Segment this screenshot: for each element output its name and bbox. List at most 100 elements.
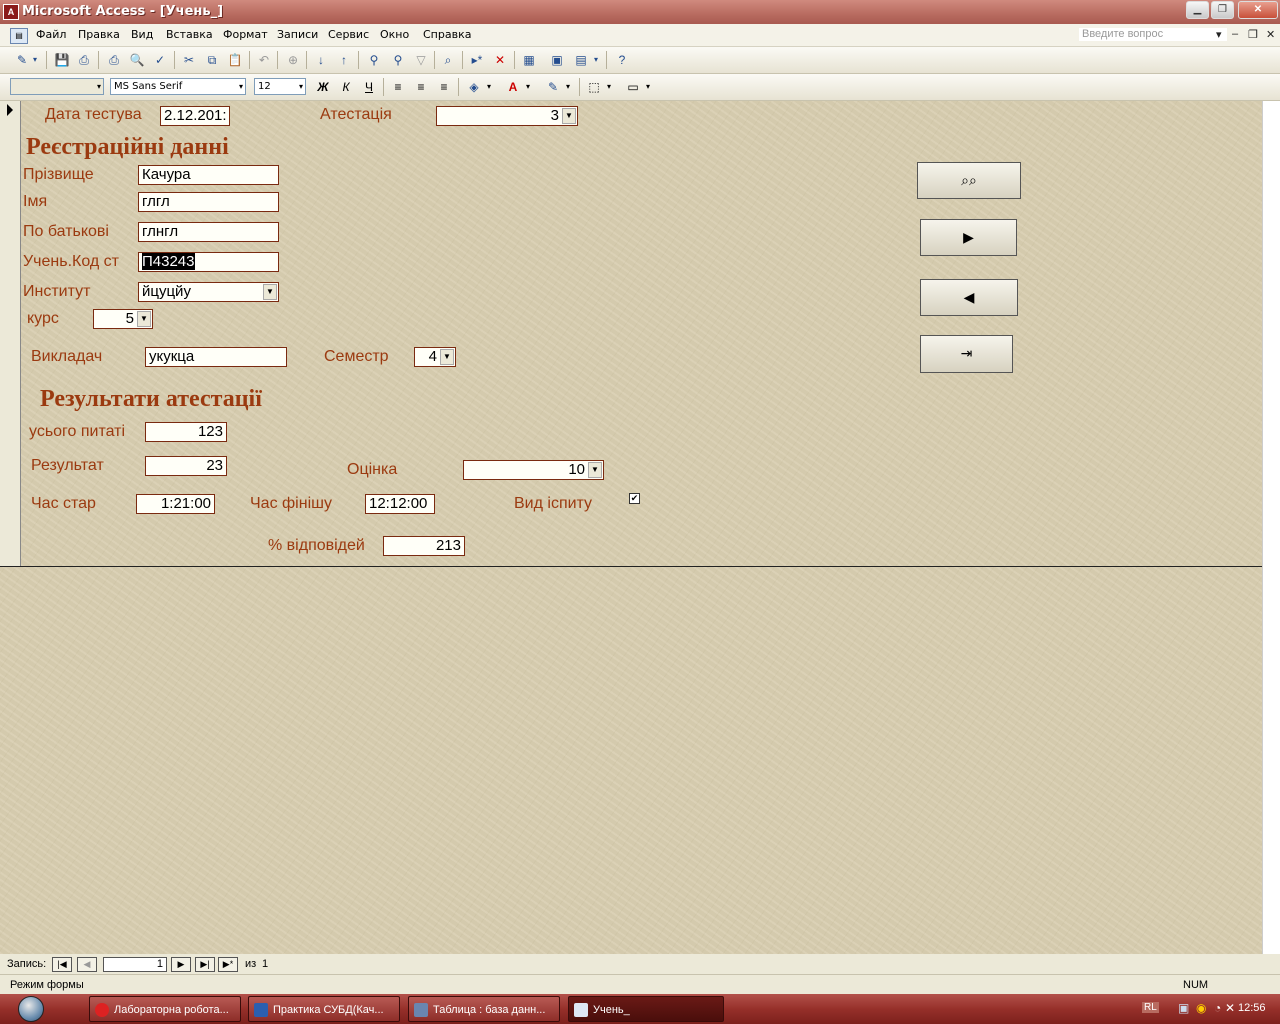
menu-tools[interactable]: Сервис [328, 28, 369, 41]
menu-file[interactable]: Файл [36, 28, 66, 41]
network-icon[interactable]: ▣ [1178, 1001, 1189, 1015]
access-app-icon[interactable]: A [3, 4, 19, 20]
close-icon[interactable]: ✕ [1238, 1, 1278, 19]
volume-icon[interactable]: ◔ [1214, 1001, 1221, 1015]
minimize-icon[interactable]: ▁ [1186, 1, 1209, 19]
start-time-field[interactable]: 1:21:00 [136, 494, 215, 514]
delete-record-icon[interactable]: ✕ [490, 50, 510, 70]
patronymic-field[interactable]: глнгл [138, 222, 279, 242]
menu-window[interactable]: Окно [380, 28, 409, 41]
find-record-button[interactable]: ⌕⌕ [917, 162, 1021, 199]
chevron-down-icon[interactable]: ▼ [562, 108, 576, 124]
new-record-nav-icon[interactable]: ▶* [218, 957, 238, 972]
student-code-field[interactable]: П43243 [138, 252, 279, 272]
new-object-dropdown-icon[interactable]: ▾ [590, 50, 602, 70]
surname-field[interactable]: Качура [138, 165, 279, 185]
institute-combo[interactable]: йцуцйу ▼ [138, 282, 279, 302]
restore-icon[interactable]: ❐ [1211, 1, 1234, 19]
fill-color-icon[interactable]: ◈ [464, 77, 484, 97]
update-icon[interactable]: ◉ [1196, 1001, 1206, 1015]
clock[interactable]: 12:56 [1238, 1002, 1266, 1014]
italic-button[interactable]: К [336, 77, 356, 97]
current-record-input[interactable]: 1 [103, 957, 167, 972]
properties-icon[interactable]: ▦ [519, 50, 539, 70]
grade-combo[interactable]: 10 ▼ [463, 460, 604, 480]
chevron-down-icon[interactable]: ▼ [263, 284, 277, 300]
sort-descending-icon[interactable]: ↑ [334, 50, 354, 70]
menu-view[interactable]: Вид [131, 28, 153, 41]
task-form[interactable]: Учень_ [568, 996, 724, 1022]
task-opera[interactable]: Лабораторна робота... [89, 996, 241, 1022]
previous-record-button[interactable]: ◀ [920, 279, 1018, 316]
spelling-icon[interactable]: ✓ [150, 50, 170, 70]
next-record-button[interactable]: ▶ [920, 219, 1017, 256]
menu-format[interactable]: Формат [223, 28, 268, 41]
semester-combo[interactable]: 4 ▼ [414, 347, 456, 367]
total-questions-field[interactable]: 123 [145, 422, 227, 442]
close-form-button[interactable]: ⇥ [920, 335, 1013, 373]
object-combo[interactable]: ▾ [10, 78, 104, 95]
font-color-dropdown-icon[interactable]: ▾ [523, 77, 533, 97]
task-word[interactable]: Практика СУБД(Кач... [248, 996, 400, 1022]
start-button[interactable] [4, 994, 54, 1024]
next-record-icon[interactable]: ▶ [171, 957, 191, 972]
align-center-icon[interactable]: ≡ [411, 77, 431, 97]
sort-ascending-icon[interactable]: ↓ [311, 50, 331, 70]
special-effect-icon[interactable]: ▭ [623, 77, 643, 97]
menu-help[interactable]: Справка [423, 28, 471, 41]
exam-type-checkbox[interactable]: ✔ [629, 493, 640, 504]
ask-dropdown-icon[interactable]: ▾ [1216, 28, 1222, 41]
find-icon[interactable]: ⌕ [438, 50, 458, 70]
tray-extra-icon[interactable]: ✕ [1225, 1001, 1235, 1015]
line-color-icon[interactable]: ✎ [543, 77, 563, 97]
cut-icon[interactable]: ✂ [179, 50, 199, 70]
align-right-icon[interactable]: ≡ [434, 77, 454, 97]
chevron-down-icon[interactable]: ▼ [588, 462, 602, 478]
print-preview-icon[interactable]: 🔍 [127, 50, 147, 70]
menu-records[interactable]: Записи [277, 28, 318, 41]
help-icon[interactable]: ? [612, 50, 632, 70]
font-size-combo[interactable]: 12 ▾ [254, 78, 306, 95]
prev-record-icon[interactable]: ◀ [77, 957, 97, 972]
menu-edit[interactable]: Правка [78, 28, 120, 41]
mdi-close-icon[interactable]: ✕ [1266, 28, 1275, 41]
first-record-icon[interactable]: |◀ [52, 957, 72, 972]
view-design-icon[interactable]: ✎ [12, 50, 32, 70]
last-record-icon[interactable]: ▶| [195, 957, 215, 972]
fill-color-dropdown-icon[interactable]: ▾ [484, 77, 494, 97]
finish-time-field[interactable]: 12:12:00 [365, 494, 435, 514]
align-left-icon[interactable]: ≡ [388, 77, 408, 97]
name-field[interactable]: глгл [138, 192, 279, 212]
chevron-down-icon[interactable]: ▼ [440, 349, 454, 365]
copy-icon[interactable]: ⧉ [202, 50, 222, 70]
line-width-dropdown-icon[interactable]: ▾ [604, 77, 614, 97]
underline-button[interactable]: Ч [359, 77, 379, 97]
filter-by-form-icon[interactable]: ⚲ [388, 50, 408, 70]
result-field[interactable]: 23 [145, 456, 227, 476]
task-table[interactable]: Таблица : база данн... [408, 996, 560, 1022]
new-record-icon[interactable]: ▸* [467, 50, 487, 70]
database-window-icon[interactable]: ▣ [547, 50, 567, 70]
menu-insert[interactable]: Вставка [166, 28, 213, 41]
ask-question-input[interactable]: Введите вопрос [1078, 27, 1228, 42]
mdi-restore-icon[interactable]: ❐ [1248, 28, 1258, 41]
attestation-combo[interactable]: 3 ▼ [436, 106, 578, 126]
teacher-field[interactable]: укукца [145, 347, 287, 367]
vertical-scrollbar[interactable] [1262, 101, 1280, 954]
line-width-icon[interactable]: ⬚ [584, 77, 604, 97]
file-search-icon[interactable]: ⎙ [74, 50, 94, 70]
print-icon[interactable]: ⎙ [104, 50, 124, 70]
bold-button[interactable]: Ж [313, 77, 333, 97]
special-effect-dropdown-icon[interactable]: ▾ [643, 77, 653, 97]
record-selector[interactable] [0, 101, 21, 566]
insert-hyperlink-icon[interactable]: ⊕ [283, 50, 303, 70]
undo-icon[interactable]: ↶ [254, 50, 274, 70]
percent-field[interactable]: 213 [383, 536, 465, 556]
chevron-down-icon[interactable]: ▼ [137, 311, 151, 327]
view-dropdown-icon[interactable]: ▾ [30, 50, 40, 70]
mdi-minimize-icon[interactable]: – [1232, 28, 1238, 40]
test-date-field[interactable]: 2.12.201: [160, 106, 230, 126]
apply-filter-icon[interactable]: ▽ [411, 50, 431, 70]
line-color-dropdown-icon[interactable]: ▾ [563, 77, 573, 97]
filter-by-selection-icon[interactable]: ⚲ [364, 50, 384, 70]
